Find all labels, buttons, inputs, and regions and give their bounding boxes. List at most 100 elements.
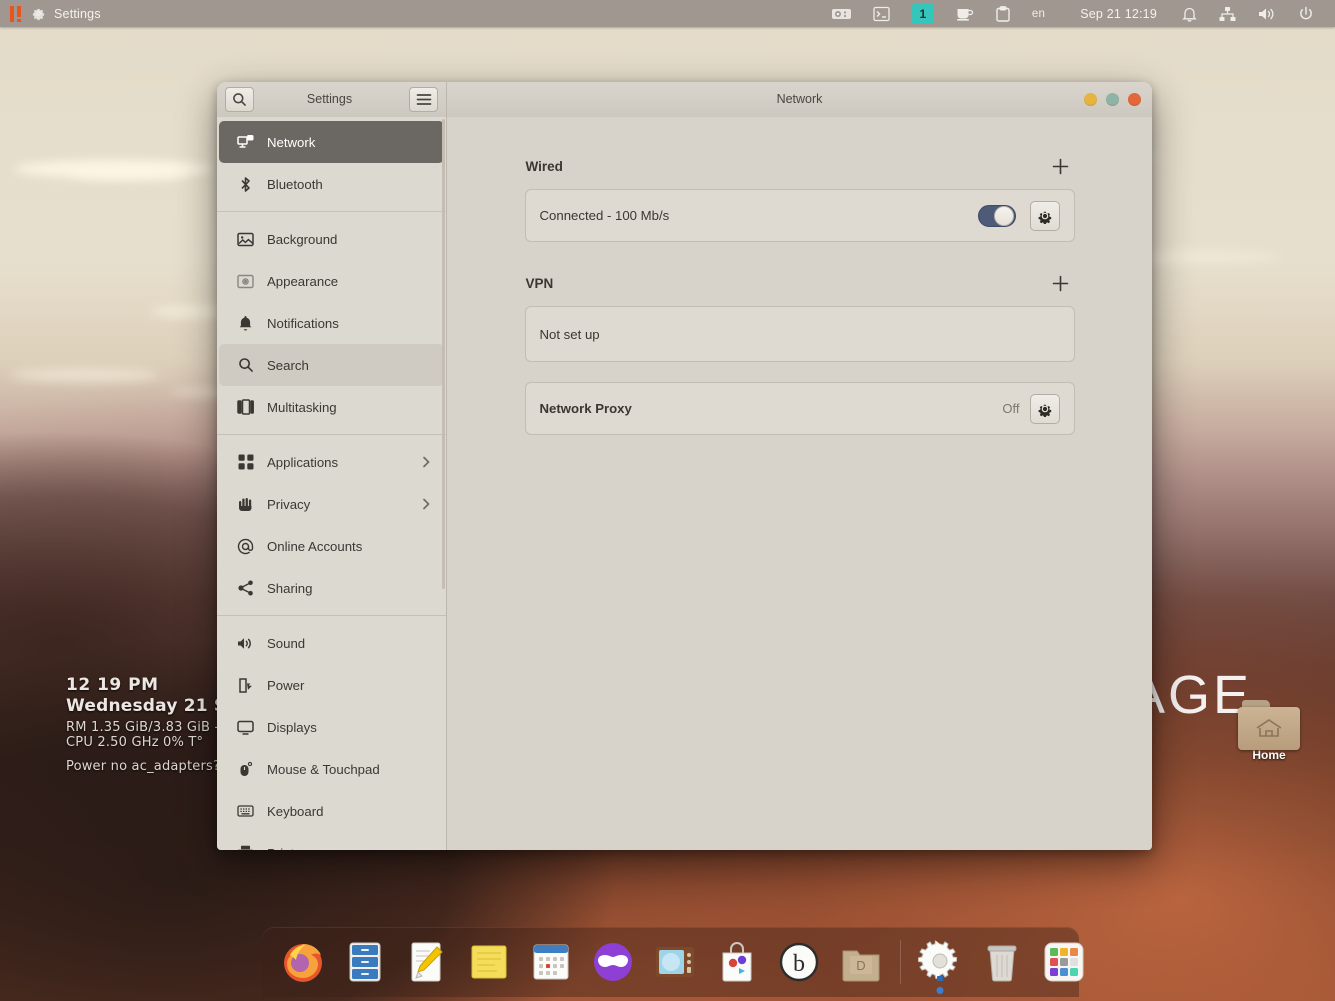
text-editor-icon xyxy=(404,939,450,985)
dock: b D xyxy=(262,927,1079,997)
sidebar-item-label: Online Accounts xyxy=(267,539,432,554)
keyboard-layout-indicator[interactable]: en xyxy=(1021,0,1056,27)
network-proxy-settings-button[interactable] xyxy=(1030,394,1060,424)
dock-item-mask-app[interactable] xyxy=(584,933,642,991)
sidebar-divider xyxy=(217,211,446,212)
background-icon xyxy=(237,231,254,248)
main-menu-button[interactable] xyxy=(409,87,438,112)
wired-section: Wired Connected - 100 Mb/s xyxy=(525,153,1075,242)
sidebar-item-label: Bluetooth xyxy=(267,177,432,192)
ubuntu-menu-logo-icon[interactable] xyxy=(10,6,23,22)
proxy-section: Network Proxy Off xyxy=(525,382,1075,435)
caffeine-indicator-icon[interactable] xyxy=(945,0,985,27)
maximize-button[interactable] xyxy=(1106,93,1119,106)
cloud xyxy=(10,368,160,382)
window-header: Settings Network xyxy=(217,82,1152,117)
volume-icon[interactable] xyxy=(1247,0,1287,27)
home-icon-label: Home xyxy=(1238,748,1300,762)
dock-item-notes[interactable] xyxy=(460,933,518,991)
sidebar-item-privacy[interactable]: Privacy xyxy=(219,483,444,525)
top-panel-clock[interactable]: Sep 21 12:19 xyxy=(1056,7,1171,21)
sidebar-scrollbar[interactable] xyxy=(442,119,445,589)
sidebar-item-label: Multitasking xyxy=(267,400,432,415)
multitasking-icon xyxy=(237,399,254,416)
dock-item-files[interactable] xyxy=(336,933,394,991)
file-cabinet-icon xyxy=(342,939,388,985)
add-wired-button[interactable] xyxy=(1048,153,1074,179)
sidebar-item-power[interactable]: Power xyxy=(219,664,444,706)
minimize-button[interactable] xyxy=(1084,93,1097,106)
mouse-icon xyxy=(237,761,254,778)
sidebar-title: Settings xyxy=(250,92,409,106)
sidebar-item-bluetooth[interactable]: Bluetooth xyxy=(219,163,444,205)
vpn-status-row: Not set up xyxy=(525,306,1075,362)
sidebar-item-mouse-touchpad[interactable]: Mouse & Touchpad xyxy=(219,748,444,790)
sidebar-item-label: Applications xyxy=(267,455,407,470)
bell-icon xyxy=(237,315,254,332)
keyboard-icon xyxy=(237,803,254,820)
sidebar-item-printers[interactable]: Printers xyxy=(219,832,444,850)
dock-item-firefox[interactable] xyxy=(274,933,332,991)
privacy-hand-icon xyxy=(237,496,254,513)
sidebar-item-online-accounts[interactable]: Online Accounts xyxy=(219,525,444,567)
window-title: Network xyxy=(777,92,823,106)
plus-icon xyxy=(1052,275,1069,292)
tv-icon xyxy=(652,939,698,985)
wired-settings-button[interactable] xyxy=(1030,201,1060,231)
settings-window: Settings Network xyxy=(217,82,1152,850)
home-folder-icon xyxy=(1238,700,1300,750)
dock-item-text-editor[interactable] xyxy=(398,933,456,991)
wired-section-header: Wired xyxy=(525,153,1075,179)
svg-text:D: D xyxy=(856,958,865,973)
svg-text:b: b xyxy=(793,951,805,977)
window-controls xyxy=(1084,82,1141,117)
sidebar-item-label: Sound xyxy=(267,636,432,651)
sidebar-item-keyboard[interactable]: Keyboard xyxy=(219,790,444,832)
dock-item-calendar[interactable] xyxy=(522,933,580,991)
dock-item-trash[interactable] xyxy=(973,933,1031,991)
sidebar-item-label: Keyboard xyxy=(267,804,432,819)
dock-item-bluefish[interactable]: b xyxy=(770,933,828,991)
sidebar-item-displays[interactable]: Displays xyxy=(219,706,444,748)
dock-item-media-player[interactable] xyxy=(646,933,704,991)
terminal-indicator-icon[interactable] xyxy=(862,0,901,27)
bell-icon[interactable] xyxy=(1171,0,1208,27)
clipboard-indicator-icon[interactable] xyxy=(985,0,1021,27)
sidebar-item-label: Notifications xyxy=(267,316,432,331)
mask-icon xyxy=(590,939,636,985)
workspace-indicator[interactable]: 1 xyxy=(901,0,945,27)
vpn-section: VPN Not set up xyxy=(525,270,1075,362)
close-button[interactable] xyxy=(1128,93,1141,106)
sidebar-item-applications[interactable]: Applications xyxy=(219,441,444,483)
network-proxy-row[interactable]: Network Proxy Off xyxy=(525,382,1075,435)
dock-item-software[interactable] xyxy=(708,933,766,991)
sidebar-item-network[interactable]: Network xyxy=(219,121,444,163)
network-icon[interactable] xyxy=(1208,0,1247,27)
dock-item-app-grid[interactable] xyxy=(1035,933,1093,991)
sticky-note-icon xyxy=(466,939,512,985)
desktop-icon-home[interactable]: Home xyxy=(1238,700,1300,762)
sidebar-header: Settings xyxy=(217,82,447,117)
chevron-right-icon xyxy=(420,498,432,510)
webcam-indicator-icon[interactable] xyxy=(821,0,862,27)
wired-connection-row[interactable]: Connected - 100 Mb/s xyxy=(525,189,1075,242)
sidebar-item-background[interactable]: Background xyxy=(219,218,444,260)
sidebar-item-label: Displays xyxy=(267,720,432,735)
sidebar-item-sound[interactable]: Sound xyxy=(219,622,444,664)
sidebar-item-notifications[interactable]: Notifications xyxy=(219,302,444,344)
sidebar-item-label: Appearance xyxy=(267,274,432,289)
dock-item-settings[interactable] xyxy=(911,933,969,991)
sidebar-item-search[interactable]: Search xyxy=(219,344,444,386)
d-folder-icon: D xyxy=(838,939,884,985)
wired-toggle[interactable] xyxy=(978,205,1016,227)
network-proxy-label: Network Proxy xyxy=(540,401,1003,416)
power-icon[interactable] xyxy=(1287,0,1325,27)
wired-connection-label: Connected - 100 Mb/s xyxy=(540,208,978,223)
vpn-title: VPN xyxy=(526,276,554,291)
sidebar-item-appearance[interactable]: Appearance xyxy=(219,260,444,302)
sidebar-item-sharing[interactable]: Sharing xyxy=(219,567,444,609)
firefox-icon xyxy=(280,939,326,985)
dock-item-downloads[interactable]: D xyxy=(832,933,890,991)
add-vpn-button[interactable] xyxy=(1048,270,1074,296)
sidebar-item-multitasking[interactable]: Multitasking xyxy=(219,386,444,428)
